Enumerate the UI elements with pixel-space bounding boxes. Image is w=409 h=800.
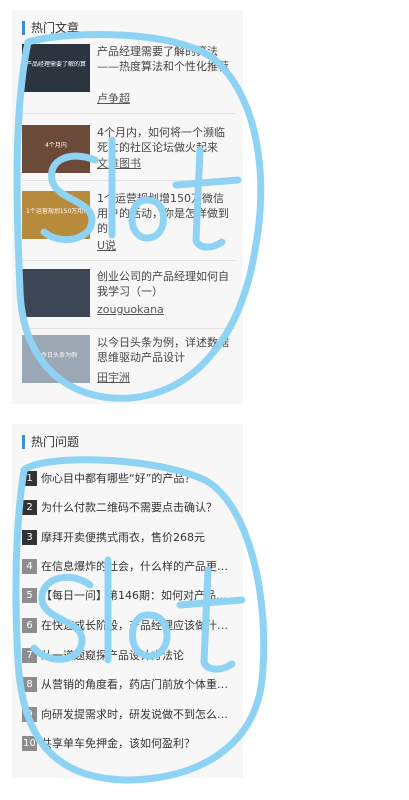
article-author[interactable]: 文章图书 — [97, 157, 141, 170]
question-link[interactable]: 为什么付款二维码不需要点击确认？ — [41, 499, 234, 516]
hot-articles-panel: 热门文章 产品经理需要了解的算法 产品经理需要了解的算法——热度算法和个性化推荐… — [12, 10, 243, 404]
article-thumbnail[interactable]: 4个月内 — [22, 125, 90, 173]
question-item-6[interactable]: 6 在快速成长阶段，产品经理应该做什么？ — [22, 617, 234, 635]
question-item-5[interactable]: 5 【每日一问】第146期：如何对产品做规划？ — [22, 587, 234, 605]
question-item-1[interactable]: 1 你心目中都有哪些“好”的产品？ — [22, 470, 234, 488]
rank-badge: 2 — [22, 500, 37, 515]
question-link[interactable]: 共享单车免押金，该如何盈利？ — [41, 735, 234, 752]
rank-badge: 3 — [22, 530, 37, 545]
article-title[interactable]: 4个月内，如何将一个濒临死亡的社区论坛做火起来 — [97, 125, 233, 155]
article-item-4[interactable]: 创业公司的产品经理如何自我学习（一） zouguokana — [22, 269, 236, 329]
question-link[interactable]: 在信息爆炸的社会，什么样的产品更吸引人？ — [41, 558, 234, 575]
question-item-9[interactable]: 9 向研发提需求时，研发说做不到怎么办？ — [22, 706, 234, 724]
rank-badge: 7 — [22, 648, 37, 663]
hot-articles-title: 热门文章 — [22, 21, 79, 35]
question-item-3[interactable]: 3 摩拜开卖便携式雨衣，售价268元 — [22, 529, 234, 547]
rank-badge: 10 — [22, 736, 37, 751]
question-link[interactable]: 从一道题窥探产品设计方法论 — [41, 647, 234, 664]
article-item-2[interactable]: 4个月内 4个月内，如何将一个濒临死亡的社区论坛做火起来 文章图书 — [22, 125, 236, 185]
article-thumbnail[interactable] — [22, 269, 90, 317]
hot-questions-panel: 热门问题 1 你心目中都有哪些“好”的产品？ 2 为什么付款二维码不需要点击确认… — [12, 424, 243, 778]
article-thumbnail[interactable]: 以今日头条为例 — [22, 335, 90, 383]
question-item-4[interactable]: 4 在信息爆炸的社会，什么样的产品更吸引人？ — [22, 558, 234, 576]
divider — [22, 260, 235, 261]
question-link[interactable]: 在快速成长阶段，产品经理应该做什么？ — [41, 617, 234, 634]
question-item-10[interactable]: 10 共享单车免押金，该如何盈利？ — [22, 735, 234, 753]
divider — [22, 180, 235, 181]
question-link[interactable]: 从营销的角度看，药店门前放个体重秤？ — [41, 676, 234, 693]
article-author[interactable]: 田宇洲 — [97, 371, 130, 384]
article-item-1[interactable]: 产品经理需要了解的算法 产品经理需要了解的算法——热度算法和个性化推荐 卢争超 — [22, 44, 236, 105]
article-author[interactable]: 卢争超 — [97, 92, 130, 105]
question-item-2[interactable]: 2 为什么付款二维码不需要点击确认？ — [22, 499, 234, 517]
divider — [22, 113, 235, 114]
article-title[interactable]: 以今日头条为例，详述数据思维驱动产品设计 — [97, 335, 233, 365]
divider — [22, 328, 235, 329]
question-link[interactable]: 你心目中都有哪些“好”的产品？ — [41, 470, 234, 487]
question-link[interactable]: 摩拜开卖便携式雨衣，售价268元 — [41, 529, 234, 546]
rank-badge: 4 — [22, 559, 37, 574]
rank-badge: 6 — [22, 618, 37, 633]
rank-badge: 5 — [22, 588, 37, 603]
article-title[interactable]: 创业公司的产品经理如何自我学习（一） — [97, 269, 233, 299]
article-author[interactable]: zouguokana — [97, 303, 164, 316]
rank-badge: 9 — [22, 707, 37, 722]
article-thumbnail[interactable]: 1个运营规划150万用户 — [22, 191, 90, 239]
article-thumbnail[interactable]: 产品经理需要了解的算法 — [22, 44, 90, 92]
question-link[interactable]: 【每日一问】第146期：如何对产品做规划？ — [41, 587, 234, 604]
question-item-7[interactable]: 7 从一道题窥探产品设计方法论 — [22, 647, 234, 665]
question-link[interactable]: 向研发提需求时，研发说做不到怎么办？ — [41, 706, 234, 723]
article-author[interactable]: U说 — [97, 239, 116, 252]
article-item-5[interactable]: 以今日头条为例 以今日头条为例，详述数据思维驱动产品设计 田宇洲 — [22, 335, 236, 395]
article-item-3[interactable]: 1个运营规划150万用户 1个运营规划增150万微信用户的活动，你是怎样做到的？… — [22, 191, 236, 252]
article-title[interactable]: 产品经理需要了解的算法——热度算法和个性化推荐 — [97, 44, 233, 74]
rank-badge: 1 — [22, 471, 37, 486]
hot-questions-title: 热门问题 — [22, 435, 79, 449]
question-item-8[interactable]: 8 从营销的角度看，药店门前放个体重秤？ — [22, 676, 234, 694]
rank-badge: 8 — [22, 677, 37, 692]
article-title[interactable]: 1个运营规划增150万微信用户的活动，你是怎样做到的？ — [97, 191, 233, 236]
